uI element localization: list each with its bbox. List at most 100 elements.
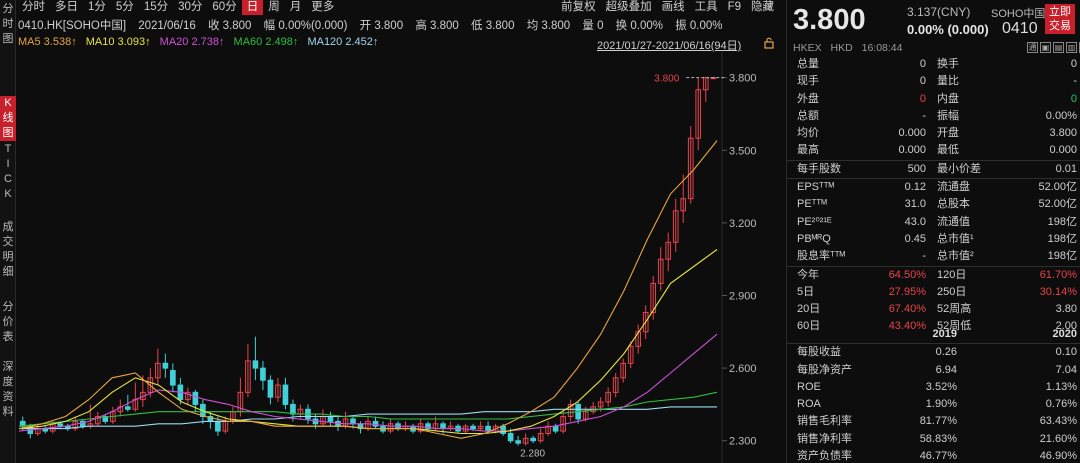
period-tab-6[interactable]: 60分 [207, 0, 241, 15]
stats-label-1: 每手股数 [797, 162, 841, 175]
stats-label-1: PE²⁰²¹ᴱ [797, 215, 832, 228]
side-tab-4[interactable]: 分 价 表 [0, 300, 16, 345]
stats-value-2: 30.14% [1039, 285, 1077, 298]
candle-body [290, 403, 296, 415]
trade-now-button[interactable]: 立即 交易 [1045, 4, 1075, 34]
toolbar-right-menu: 前复权 超级叠加 画线 工具 F9 隐藏 [556, 0, 779, 15]
period-tab-3[interactable]: 5分 [111, 0, 139, 15]
toolbar-menu-3[interactable]: 工具 [690, 0, 723, 15]
candle-body [170, 370, 176, 386]
low-annotation: 2.280 [520, 449, 545, 460]
financials-v2019: 58.83% [919, 432, 957, 445]
toolbar-menu-4[interactable]: F9 [723, 0, 746, 15]
period-tab-8[interactable]: 周 [263, 0, 285, 15]
ma60-label: MA60 2.498↑ [233, 36, 299, 48]
stats-label-2: 总市值² [937, 250, 974, 263]
period-toolbar: 分时 多日 1分 5分 15分 30分 60分日周月更多 前复权 超级叠加 画线 工具 F9 隐藏 [17, 0, 779, 15]
toolbar-menu-1[interactable]: 超级叠加 [601, 0, 657, 15]
financials-v2019: 1.90% [925, 398, 957, 411]
period-tab-9[interactable]: 月 [285, 0, 307, 15]
stats-value-1: - [922, 109, 926, 122]
stats-label-2: 最低 [937, 144, 959, 157]
close-icon[interactable]: × [764, 1, 776, 13]
financials-v2020: 7.04 [1055, 363, 1077, 376]
candle-body [530, 437, 536, 442]
year-header: 2020 [1052, 328, 1077, 340]
candle-body [440, 423, 446, 430]
stock-name: SOHO中国 [991, 8, 1046, 20]
stats-row: PEᵀᵀᴹ 31.0 总股本 52.00亿 [787, 196, 1080, 213]
candle-body [215, 420, 221, 432]
last-price: 3.800 [793, 4, 866, 36]
period-tab-10[interactable]: 更多 [306, 0, 339, 15]
ma-legend: MA5 3.538↑ MA10 3.093↑ MA20 2.738↑ MA60 … [18, 36, 384, 50]
stats-label-1: PEᵀᵀᴹ [797, 198, 827, 211]
change-label: 幅 0.00%(0.000) [263, 20, 348, 32]
panel-tool-icon-1[interactable]: ▣ [1040, 42, 1051, 53]
period-tab-4[interactable]: 15分 [139, 0, 173, 15]
ma20-label: MA20 2.738↑ [159, 36, 225, 48]
financials-v2020: 0.10 [1055, 346, 1077, 359]
stats-label-2: 总股本 [937, 198, 970, 211]
stats-value-1: 0.12 [904, 181, 926, 194]
period-tab-0[interactable]: 分时 [17, 0, 50, 15]
stats-value-1: - [922, 250, 926, 263]
stats-label-1: 外盘 [797, 92, 819, 105]
candle-body [350, 418, 356, 425]
date-label: 2021/06/16 [138, 20, 196, 32]
candle-body [515, 440, 521, 444]
stats-row: 20日 67.40% 52周高 3.80 [787, 301, 1080, 318]
stats-row: 均价 0.000 开盘 3.800 [787, 125, 1080, 142]
financials-row: 每股收益 0.26 0.10 [787, 344, 1080, 361]
ohlc-info-row: 0410.HK[SOHO中国] 2021/06/16 收 3.800 幅 0.0… [18, 17, 732, 32]
stats-row: PE²⁰²¹ᴱ 43.0 流通值 198亿 [787, 214, 1080, 231]
financials-v2020: 46.90% [1039, 450, 1077, 463]
stats-label-1: 均价 [797, 127, 819, 140]
period-tab-7[interactable]: 日 [241, 0, 264, 15]
date-range-link[interactable]: 2021/01/27-2021/06/16(94日) [597, 37, 741, 53]
financials-v2019: 6.94 [935, 363, 957, 376]
stats-value-2: 0.01 [1055, 162, 1077, 175]
side-tab-5[interactable]: 深 度 资 料 [0, 360, 16, 420]
candle-body [372, 420, 379, 427]
panel-tool-icon-2[interactable]: ▤ [1053, 42, 1064, 53]
financials-v2019: 3.52% [925, 380, 957, 393]
financials-row: 销售净利率 58.83% 21.60% [787, 431, 1080, 448]
high-label: 高 3.800 [415, 20, 459, 32]
lock-icon[interactable] [763, 37, 775, 49]
stats-value-2: 0 [1070, 58, 1077, 70]
y-tick-label: 3.800 [729, 73, 757, 85]
candlestick-chart[interactable]: 3.800 3.500 3.200 2.900 2.600 2.300 3.800 2.280 [17, 52, 779, 463]
side-tab-3[interactable]: 成 交 明 细 [0, 220, 16, 280]
candle-body [282, 384, 289, 405]
candle-body [327, 416, 334, 422]
stats-value-2: 61.70% [1039, 268, 1077, 281]
financials-header: 2019 2020 [787, 326, 1080, 343]
ma120-label: MA120 2.452↑ [307, 36, 379, 48]
financials-v2020: 1.13% [1045, 380, 1077, 393]
side-tab-1[interactable]: K 线 图 [0, 96, 16, 141]
year-header: 2019 [932, 328, 957, 340]
stats-label-2: 120日 [937, 268, 967, 281]
stats-label-2: 流通盘 [937, 181, 970, 194]
open-label: 开 3.800 [359, 20, 404, 32]
financials-v2020: 63.43% [1039, 415, 1077, 428]
financials-row: ROE 3.52% 1.13% [787, 379, 1080, 396]
stats-row: 最高 0.000 最低 0.000 [787, 142, 1080, 159]
stats-label-2: 内盘 [937, 92, 959, 105]
period-tab-2[interactable]: 1分 [83, 0, 111, 15]
y-tick-label: 3.500 [729, 145, 757, 157]
toolbar-menu-0[interactable]: 前复权 [556, 0, 601, 15]
panel-tool-icon-0[interactable]: 通 [1027, 42, 1038, 53]
side-tab-2[interactable]: T I C K [0, 142, 16, 202]
period-tab-5[interactable]: 30分 [173, 0, 207, 15]
panel-tool-icon-3[interactable]: ▥ [1066, 42, 1077, 53]
toolbar-menu-2[interactable]: 画线 [657, 0, 690, 15]
period-tab-1[interactable]: 多日 [50, 0, 83, 15]
stats-row: PBᴹᴿQ 0.45 总市值¹ 198亿 [787, 231, 1080, 248]
stats-label-1: 股息率ᵀᵀᴹ [797, 250, 846, 263]
stats-table: 总量 0 换手 0 现手 0 量比 - 外盘 0 内盘 0 总额 - 振幅 0.00% 均价 0.000 开盘 3.8… [787, 56, 1080, 336]
candle-body [260, 367, 266, 381]
ma-line-ma5 [18, 140, 718, 439]
side-tab-0[interactable]: 分 时 图 [0, 2, 16, 47]
